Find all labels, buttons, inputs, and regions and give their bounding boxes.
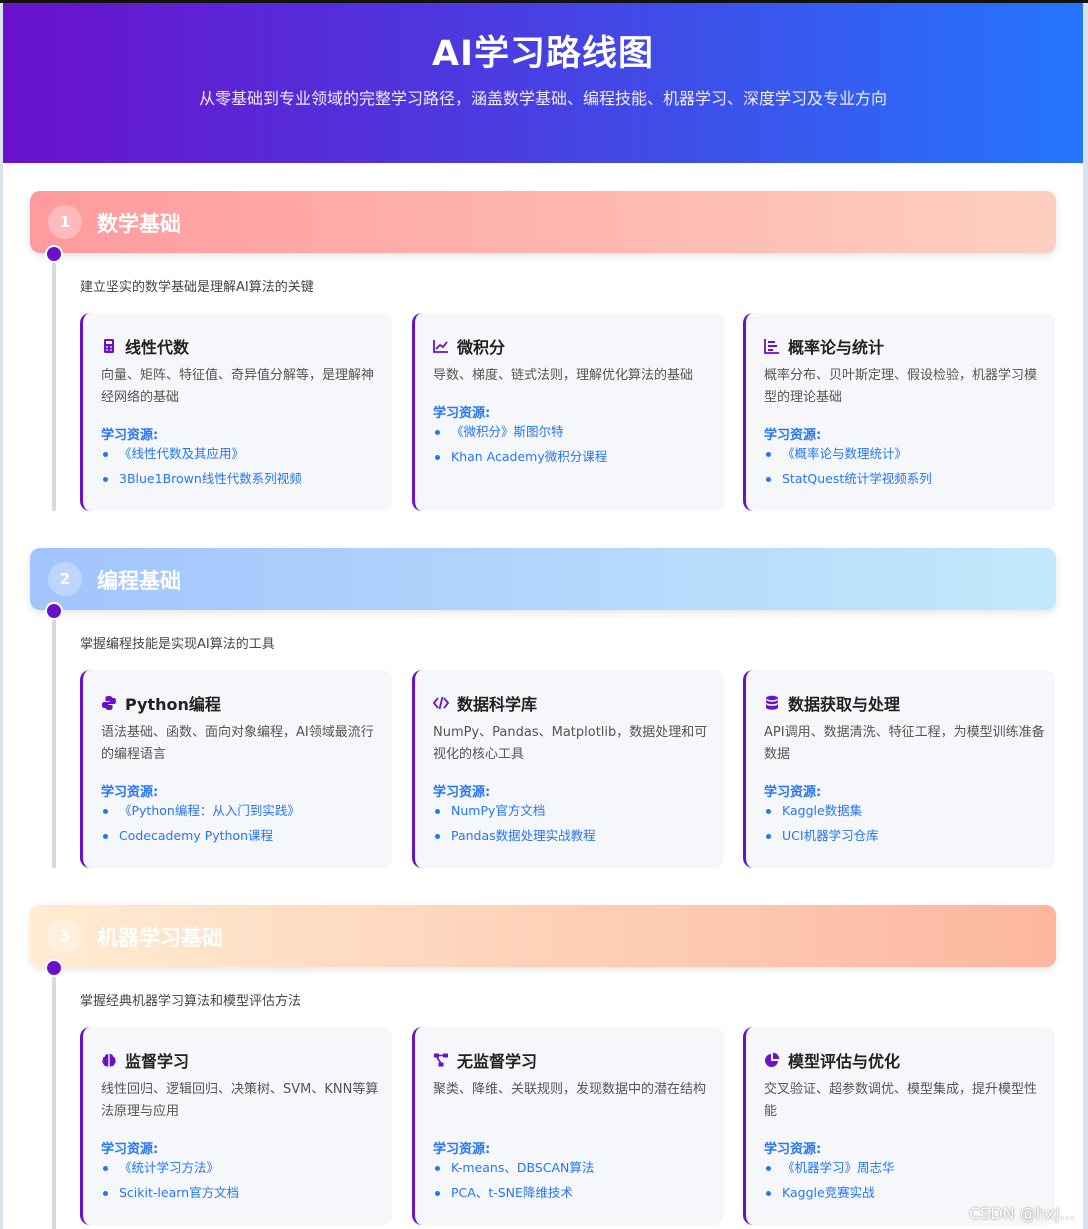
brain-icon (102, 1054, 116, 1067)
section-number: 3 (48, 919, 82, 953)
card-title: Python编程 (125, 695, 221, 714)
resource-list: 《概率论与数理统计》 StatQuest统计学视频系列 (764, 444, 932, 494)
resource-link[interactable]: 《机器学习》周志华 (764, 1158, 895, 1183)
resource-link[interactable]: 《线性代数及其应用》 (101, 444, 302, 469)
resource-list: 《Python编程：从入门到实践》 Codecademy Python课程 (101, 801, 300, 851)
card-description: 导数、梯度、链式法则，理解优化算法的基础 (433, 368, 694, 383)
pie-chart-icon (765, 1052, 780, 1067)
resource-link[interactable]: 《Python编程：从入门到实践》 (101, 801, 300, 826)
timeline-dot (45, 602, 63, 620)
resource-link[interactable]: NumPy官方文档 (433, 801, 596, 826)
timeline-dot (45, 959, 63, 977)
section-header: 3 机器学习基础 (30, 905, 1056, 967)
card-description: API调用、数据清洗、特征工程，为模型训练准备数据 (764, 725, 1045, 762)
timeline-line (52, 253, 56, 511)
card-python[interactable]: Python编程 语法基础、函数、面向对象编程，AI领域最流行的编程语言 学习资… (80, 670, 392, 868)
timeline-line (52, 610, 56, 868)
resources-label: 学习资源: (433, 406, 491, 421)
resource-link[interactable]: Kaggle数据集 (764, 801, 879, 826)
resource-link[interactable]: Scikit-learn官方文档 (101, 1183, 239, 1208)
resource-list: NumPy官方文档 Pandas数据处理实战教程 (433, 801, 596, 851)
calculator-icon (104, 339, 114, 353)
code-icon (433, 696, 449, 710)
section-header: 2 编程基础 (30, 548, 1056, 610)
resource-link[interactable]: StatQuest统计学视频系列 (764, 469, 932, 494)
resource-link[interactable]: 《概率论与数理统计》 (764, 444, 932, 469)
card-title: 微积分 (457, 338, 506, 357)
timeline-line (52, 967, 56, 1229)
card-data-science-libraries[interactable]: 数据科学库 NumPy、Pandas、Matplotlib，数据处理和可视化的核… (412, 670, 724, 868)
timeline-dot (45, 245, 63, 263)
section-header: 1 数学基础 (30, 191, 1056, 253)
resources-label: 学习资源: (764, 785, 822, 800)
resource-link[interactable]: Codecademy Python课程 (101, 826, 300, 851)
resource-link[interactable]: PCA、t-SNE降维技术 (433, 1183, 594, 1208)
bar-chart-icon (764, 339, 779, 354)
resources-label: 学习资源: (433, 1142, 491, 1157)
card-unsupervised-learning[interactable]: 无监督学习 聚类、降维、关联规则，发现数据中的潜在结构 学习资源: K-mean… (412, 1027, 724, 1225)
section-description: 建立坚实的数学基础是理解AI算法的关键 (80, 280, 314, 295)
resource-link[interactable]: K-means、DBSCAN算法 (433, 1158, 594, 1183)
resources-label: 学习资源: (101, 428, 159, 443)
card-title: 概率论与统计 (788, 338, 885, 357)
section-number: 1 (48, 205, 82, 239)
python-icon (102, 696, 116, 710)
card-title: 模型评估与优化 (788, 1052, 901, 1071)
section-machine-learning: 3 机器学习基础 掌握经典机器学习算法和模型评估方法 监督学习 线性回归、逻辑回… (30, 905, 1056, 1229)
resource-link[interactable]: 《统计学习方法》 (101, 1158, 239, 1183)
card-title: 数据科学库 (457, 695, 538, 714)
card-description: 聚类、降维、关联规则，发现数据中的潜在结构 (433, 1082, 707, 1097)
resource-list: 《线性代数及其应用》 3Blue1Brown线性代数系列视频 (101, 444, 302, 494)
watermark: CSDN @hxj... (968, 1204, 1075, 1223)
resources-label: 学习资源: (101, 785, 159, 800)
card-data-processing[interactable]: 数据获取与处理 API调用、数据清洗、特征工程，为模型训练准备数据 学习资源: … (743, 670, 1055, 868)
resources-label: 学习资源: (101, 1142, 159, 1157)
resource-link[interactable]: 3Blue1Brown线性代数系列视频 (101, 469, 302, 494)
resource-list: K-means、DBSCAN算法 PCA、t-SNE降维技术 (433, 1158, 594, 1208)
resources-label: 学习资源: (764, 1142, 822, 1157)
resource-link[interactable]: Pandas数据处理实战教程 (433, 826, 596, 851)
card-title: 监督学习 (125, 1052, 190, 1071)
card-title: 数据获取与处理 (788, 695, 901, 714)
resource-link[interactable]: Kaggle竞赛实战 (764, 1183, 895, 1208)
resource-list: 《统计学习方法》 Scikit-learn官方文档 (101, 1158, 239, 1208)
page-subtitle: 从零基础到专业领域的完整学习路径，涵盖数学基础、编程技能、机器学习、深度学习及专… (198, 89, 887, 108)
card-probability-statistics[interactable]: 概率论与统计 概率分布、贝叶斯定理、假设检验，机器学习模型的理论基础 学习资源:… (743, 313, 1055, 511)
resource-list: 《机器学习》周志华 Kaggle竞赛实战 (764, 1158, 895, 1208)
card-description: 向量、矩阵、特征值、奇异值分解等，是理解神经网络的基础 (101, 368, 375, 405)
line-chart-icon (433, 340, 448, 353)
card-title: 线性代数 (125, 338, 190, 357)
section-math: 1 数学基础 建立坚实的数学基础是理解AI算法的关键 线性代数 向量、矩阵、特征… (30, 191, 1056, 521)
hero-header: AI学习路线图 从零基础到专业领域的完整学习路径，涵盖数学基础、编程技能、机器学… (3, 3, 1083, 163)
card-description: 线性回归、逻辑回归、决策树、SVM、KNN等算法原理与应用 (101, 1082, 379, 1119)
page-title: AI学习路线图 (431, 34, 655, 74)
resource-list: Kaggle数据集 UCI机器学习仓库 (764, 801, 879, 851)
database-icon (766, 695, 778, 710)
section-number: 2 (48, 562, 82, 596)
section-title: 机器学习基础 (97, 926, 223, 950)
card-supervised-learning[interactable]: 监督学习 线性回归、逻辑回归、决策树、SVM、KNN等算法原理与应用 学习资源:… (80, 1027, 392, 1225)
resource-link[interactable]: UCI机器学习仓库 (764, 826, 879, 851)
resource-link[interactable]: 《微积分》斯图尔特 (433, 422, 607, 447)
card-description: 概率分布、贝叶斯定理、假设检验，机器学习模型的理论基础 (764, 368, 1038, 405)
card-description: NumPy、Pandas、Matplotlib，数据处理和可视化的核心工具 (433, 725, 708, 762)
section-title: 数学基础 (97, 212, 181, 236)
section-description: 掌握经典机器学习算法和模型评估方法 (80, 994, 302, 1009)
resources-label: 学习资源: (764, 428, 822, 443)
resource-list: 《微积分》斯图尔特 Khan Academy微积分课程 (433, 422, 607, 472)
section-title: 编程基础 (97, 569, 181, 593)
section-description: 掌握编程技能是实现AI算法的工具 (80, 637, 275, 652)
card-description: 交叉验证、超参数调优、模型集成，提升模型性能 (764, 1082, 1038, 1119)
card-description: 语法基础、函数、面向对象编程，AI领域最流行的编程语言 (101, 725, 374, 762)
card-linear-algebra[interactable]: 线性代数 向量、矩阵、特征值、奇异值分解等，是理解神经网络的基础 学习资源: 《… (80, 313, 392, 511)
section-programming: 2 编程基础 掌握编程技能是实现AI算法的工具 Python编程 语法基础、函数… (30, 548, 1056, 878)
network-icon (434, 1053, 448, 1067)
card-model-evaluation[interactable]: 模型评估与优化 交叉验证、超参数调优、模型集成，提升模型性能 学习资源: 《机器… (743, 1027, 1055, 1225)
resources-label: 学习资源: (433, 785, 491, 800)
card-calculus[interactable]: 微积分 导数、梯度、链式法则，理解优化算法的基础 学习资源: 《微积分》斯图尔特… (412, 313, 724, 511)
card-title: 无监督学习 (457, 1052, 538, 1071)
resource-link[interactable]: Khan Academy微积分课程 (433, 447, 607, 472)
roadmap-page: AI学习路线图 从零基础到专业领域的完整学习路径，涵盖数学基础、编程技能、机器学… (3, 3, 1083, 1229)
